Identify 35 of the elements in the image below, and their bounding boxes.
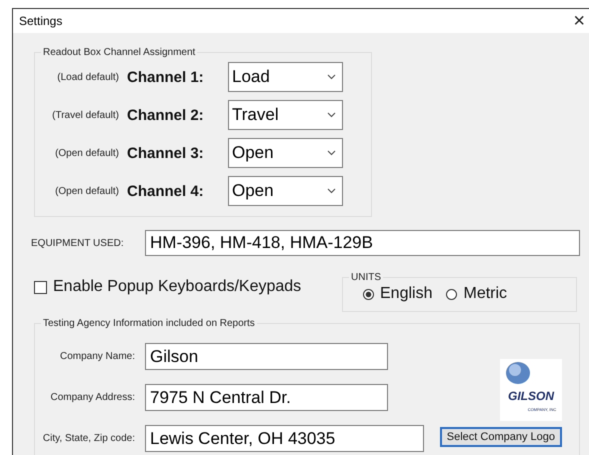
channel-label: Channel 4: (127, 182, 205, 200)
default-hint: (Load default) (56, 72, 119, 82)
chevron-icon (327, 150, 336, 156)
radio-dot[interactable] (446, 288, 458, 300)
chevron-icon (327, 112, 336, 118)
group-title: Testing Agency Information included on Reports (42, 318, 256, 329)
select-logo-button[interactable]: Select Company Logo (440, 427, 562, 447)
channel-dropdown[interactable]: Travel (228, 100, 343, 130)
channel-dropdown[interactable]: Open (228, 138, 343, 168)
field-label: Company Name: (58, 351, 135, 362)
popup-keyboard-checkbox[interactable]: Enable Popup Keyboards/Keypads (34, 278, 342, 296)
channel-label: Channel 1: (127, 68, 205, 86)
field-label: Company Address: (50, 392, 135, 403)
text-field[interactable]: Lewis Center, OH 43035 (145, 425, 424, 452)
channel-label: Channel 3: (127, 144, 205, 162)
unit-radio[interactable]: English (363, 285, 432, 303)
default-hint: (Open default) (54, 186, 119, 196)
group-title: Readout Box Channel Assignment (42, 47, 196, 58)
default-hint: (Open default) (54, 148, 119, 158)
field-label: City, State, Zip code: (42, 433, 135, 444)
default-hint: (Travel default) (51, 110, 119, 120)
channel-label: Channel 2: (127, 106, 205, 124)
equipment-field[interactable]: HM-396, HM-418, HMA-129B (145, 230, 580, 256)
text-field[interactable]: Gilson (145, 343, 388, 370)
chevron-icon (327, 188, 336, 194)
channel-dropdown[interactable]: Load (228, 62, 343, 92)
radio-dot[interactable] (363, 288, 374, 300)
text-field[interactable]: 7975 N Central Dr. (145, 384, 388, 411)
unit-radio[interactable]: Metric (446, 285, 508, 303)
chevron-icon (327, 74, 336, 80)
close-button[interactable]: × (573, 11, 585, 31)
group-title: UNITS (350, 272, 382, 283)
equipment-label: EQUIPMENT USED: (31, 238, 125, 248)
channel-dropdown[interactable]: Open (228, 176, 343, 206)
window-title: Settings (19, 14, 62, 28)
